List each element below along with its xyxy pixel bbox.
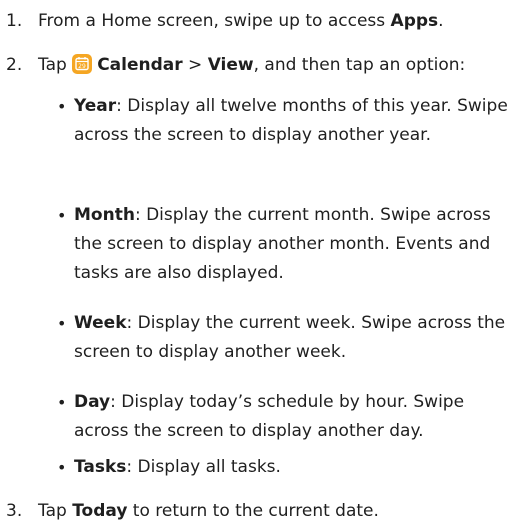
step-text-plain: to return to the current date. <box>127 501 379 521</box>
view-term: View <box>207 55 254 75</box>
option-description: : Display the current week. Swipe across… <box>74 313 506 362</box>
step-number: 3. <box>6 501 23 521</box>
menu-separator: > <box>182 55 208 75</box>
today-term: Today <box>72 501 128 521</box>
instructions-document: 1. From a Home screen, swipe up to acces… <box>0 0 521 530</box>
option-term: Day <box>74 392 111 412</box>
option-description: : Display today’s schedule by hour. Swip… <box>74 392 465 441</box>
option-text: Tasks: Display all tasks. <box>74 453 519 482</box>
step-text: Tap 29 Calendar > View, and then tap an o… <box>38 51 465 80</box>
svg-text:29: 29 <box>78 63 86 70</box>
bullet-point: • <box>57 206 67 225</box>
option-term: Week <box>74 313 127 333</box>
step-text-plain: Tap <box>38 55 73 75</box>
bullet-point: • <box>57 393 67 412</box>
step-number: 2. <box>6 55 23 75</box>
step-text: Tap Today to return to the current date. <box>38 497 379 526</box>
step-text-plain: , and then tap an option: <box>253 55 466 75</box>
option-description: : Display all tasks. <box>126 457 281 477</box>
option-text: Year: Display all twelve months of this … <box>74 92 519 150</box>
option-text: Week: Display the current week. Swipe ac… <box>74 309 519 367</box>
step-number: 1. <box>6 11 23 31</box>
option-term: Tasks <box>74 457 127 477</box>
bullet-point: • <box>57 314 67 333</box>
option-term: Year <box>74 96 117 116</box>
option-text: Day: Display today’s schedule by hour. S… <box>74 388 519 446</box>
option-text: Month: Display the current month. Swipe … <box>74 201 519 288</box>
step-text-plain: Tap <box>38 501 73 521</box>
calendar-term: Calendar <box>97 55 183 75</box>
step-text-plain: . <box>438 11 444 31</box>
calendar-app-icon: 29 <box>72 54 93 74</box>
apps-term: Apps <box>390 11 439 31</box>
option-term: Month <box>74 205 135 225</box>
bullet-point: • <box>57 458 67 477</box>
option-description: : Display the current month. Swipe acros… <box>74 205 491 283</box>
option-description: : Display all twelve months of this year… <box>74 96 508 145</box>
step-text-plain: From a Home screen, swipe up to access <box>38 11 391 31</box>
bullet-point: • <box>57 97 67 116</box>
step-text: From a Home screen, swipe up to access A… <box>38 7 444 36</box>
